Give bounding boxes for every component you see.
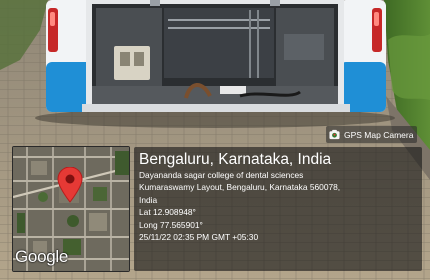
location-info-panel: Bengaluru, Karnataka, India Dayananda sa…	[134, 147, 422, 271]
longitude: Long 77.565901°	[139, 219, 203, 230]
map-pin-icon	[57, 167, 83, 203]
address-line-3: India	[139, 194, 158, 205]
google-logo: Google	[15, 247, 69, 266]
address-line-1: Dayananda sagar college of dental scienc…	[139, 170, 304, 180]
map-thumbnail: Google	[12, 146, 130, 272]
photo-scene: GPS Map Camera Google Bengaluru, Karnata…	[0, 0, 430, 280]
gps-map-camera-label: GPS Map Camera	[344, 129, 414, 140]
location-title: Bengaluru, Karnataka, India	[139, 151, 332, 168]
address-line-2: Kumaraswamy Layout, Bengaluru, Karnataka…	[139, 182, 341, 193]
gps-map-camera-icon	[329, 129, 340, 140]
latitude: Lat 12.908948°	[139, 207, 196, 218]
timestamp: 25/11/22 02:35 PM GMT +05:30	[139, 232, 259, 243]
gps-map-camera-badge: GPS Map Camera	[326, 126, 418, 143]
